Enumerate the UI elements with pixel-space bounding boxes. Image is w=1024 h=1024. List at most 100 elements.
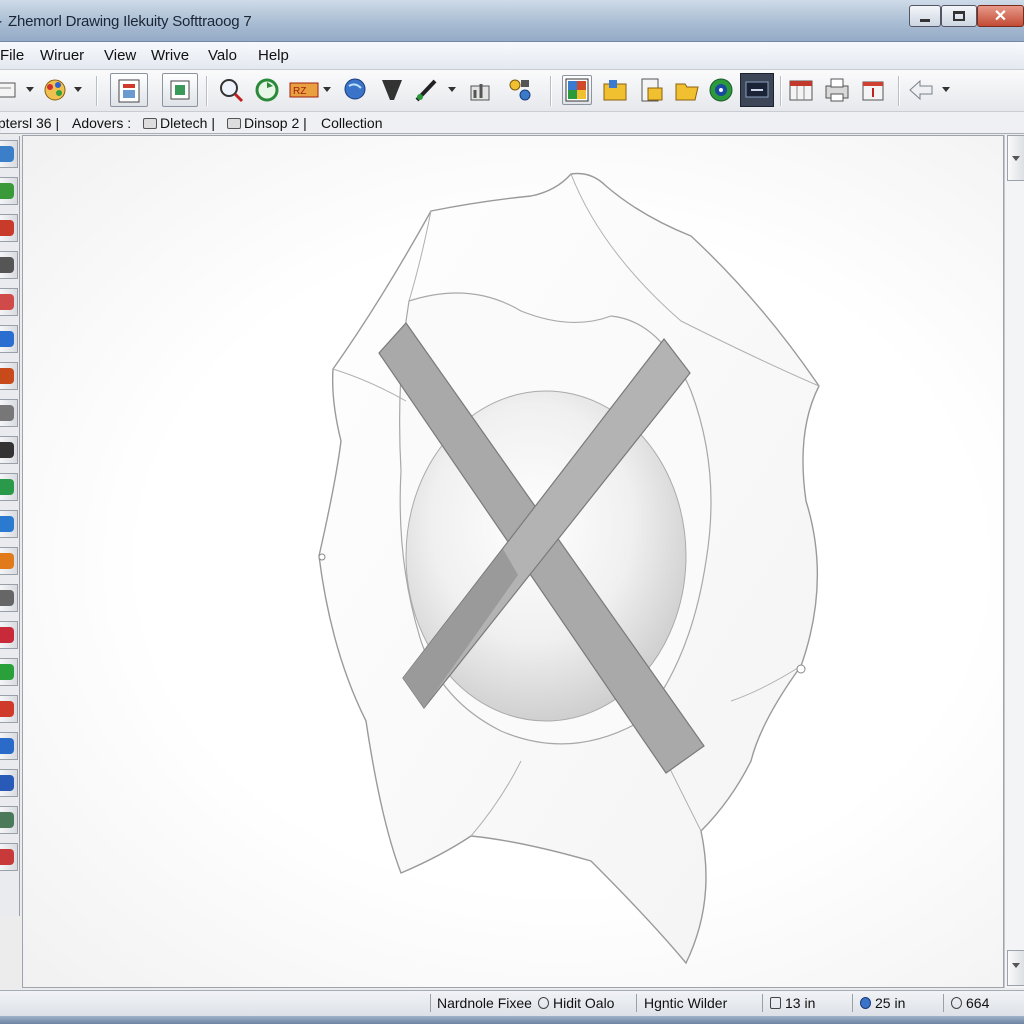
palette-tool-button[interactable] <box>0 695 18 723</box>
monitor-icon <box>745 81 769 98</box>
clipboard-button[interactable] <box>110 73 148 107</box>
palette-tool-button[interactable] <box>0 214 18 242</box>
status-field-5: 25 in <box>860 995 905 1011</box>
printer-button[interactable] <box>822 75 852 105</box>
tab-dletech[interactable]: Dletech | <box>143 115 215 131</box>
app-icon: ▸ <box>0 14 6 28</box>
pen-button[interactable] <box>412 75 442 105</box>
menu-wiruer[interactable]: Wiruer <box>40 47 84 64</box>
title-bar[interactable]: ▸ Zhemorl Drawing Ilekuity Softtraoog 7 … <box>0 0 1024 42</box>
drawing-canvas[interactable] <box>22 135 1004 988</box>
status-field-3: Hgntic Wilder <box>644 995 728 1011</box>
close-button[interactable]: ✕ <box>977 5 1024 27</box>
zoom-button[interactable] <box>216 75 246 105</box>
palette-icon <box>44 79 66 101</box>
monitor-button[interactable] <box>740 73 774 107</box>
network-icon <box>509 79 531 101</box>
globe-button[interactable] <box>340 75 370 105</box>
palette-tool-button[interactable] <box>0 473 18 501</box>
tool-circle-icon <box>0 331 14 347</box>
anchor-point[interactable] <box>318 553 326 561</box>
palette-tool-button[interactable] <box>0 251 18 279</box>
toolbar-separator <box>550 76 552 106</box>
maximize-button[interactable] <box>941 5 977 27</box>
palette-tool-button[interactable] <box>0 177 18 205</box>
clipboard-icon <box>118 79 140 103</box>
tab-dinsop[interactable]: Dinsop 2 | <box>227 115 307 131</box>
flag-button[interactable] <box>858 75 888 105</box>
palette-tool-button[interactable] <box>0 621 18 649</box>
tool-globe-icon <box>0 146 14 162</box>
toolbar-separator <box>780 76 782 106</box>
stamp-dropdown-arrow[interactable] <box>323 87 331 92</box>
tab-collection[interactable]: Collection <box>321 115 382 131</box>
back-dropdown-arrow[interactable] <box>942 87 950 92</box>
palette-tool-button[interactable] <box>0 658 18 686</box>
tool-bus-icon <box>0 775 14 791</box>
tool-check-icon <box>0 664 14 680</box>
tool-marker-icon <box>0 627 14 643</box>
palette-tool-button[interactable] <box>0 843 18 871</box>
tab-document-icon <box>227 118 241 129</box>
flag-icon <box>862 81 884 101</box>
brush-button[interactable] <box>377 75 407 105</box>
folder-open-button[interactable] <box>672 75 702 105</box>
back-button[interactable] <box>906 75 936 105</box>
window-bottom-border <box>0 1016 1024 1024</box>
pen-dropdown-arrow[interactable] <box>448 87 456 92</box>
minimize-button[interactable] <box>909 5 941 27</box>
network-button[interactable] <box>505 75 535 105</box>
select-button[interactable] <box>162 73 198 107</box>
menu-help[interactable]: Help <box>258 47 289 64</box>
menu-file[interactable]: File <box>0 47 24 64</box>
vertical-scrollbar[interactable] <box>1004 135 1024 988</box>
calendar-button[interactable] <box>786 75 816 105</box>
new-dropdown-arrow[interactable] <box>26 87 34 92</box>
palette-tool-button[interactable] <box>0 584 18 612</box>
stamp-button[interactable]: RZ <box>288 75 320 105</box>
refresh-button[interactable] <box>252 75 282 105</box>
folder-icon <box>603 80 627 101</box>
palette-tool-button[interactable] <box>0 288 18 316</box>
tool-leaf-icon <box>0 183 14 199</box>
tab-label: Dinsop 2 <box>244 115 300 131</box>
palette-tool-button[interactable] <box>0 732 18 760</box>
menu-wrive[interactable]: Wrive <box>151 47 189 64</box>
calendar-icon <box>789 80 813 101</box>
palette-tool-button[interactable] <box>0 140 18 168</box>
folder-open-icon <box>675 83 699 101</box>
scroll-up-button[interactable] <box>1007 135 1024 181</box>
new-document-button[interactable] <box>0 75 22 105</box>
menu-valo[interactable]: Valo <box>208 47 237 64</box>
file-lock-button[interactable] <box>637 75 667 105</box>
palette-tool-button[interactable] <box>0 325 18 353</box>
palette-tool-button[interactable] <box>0 510 18 538</box>
palette-button[interactable] <box>40 75 70 105</box>
tab-adovers[interactable]: Adovers : <box>72 115 131 131</box>
palette-tool-button[interactable] <box>0 436 18 464</box>
palette-tool-button[interactable] <box>0 362 18 390</box>
menu-view[interactable]: View <box>104 47 136 64</box>
anchor-point[interactable] <box>796 664 806 674</box>
tool-brush-icon <box>0 849 14 865</box>
color-wheel-button[interactable] <box>706 75 736 105</box>
palette-tool-button[interactable] <box>0 769 18 797</box>
toolbar: RZ <box>0 70 1024 112</box>
tool-ruler-icon <box>0 220 14 236</box>
globe-icon <box>344 78 366 100</box>
tab-iptersl[interactable]: Iptersl 36 | <box>0 115 59 131</box>
drawing-svg <box>318 172 820 965</box>
folder-button[interactable] <box>600 75 630 105</box>
back-arrow-icon <box>909 79 933 101</box>
tool-photo-icon <box>0 257 14 273</box>
palette-tool-button[interactable] <box>0 806 18 834</box>
palette-tool-button[interactable] <box>0 547 18 575</box>
tool-settings-icon <box>0 405 14 421</box>
tool-target-icon <box>0 553 14 569</box>
layout-button[interactable] <box>562 75 592 105</box>
palette-dropdown-arrow[interactable] <box>74 87 82 92</box>
status-field-2-text: Hidit Oalo <box>553 995 615 1011</box>
chart-button[interactable] <box>466 75 496 105</box>
palette-tool-button[interactable] <box>0 399 18 427</box>
scroll-down-button[interactable] <box>1007 950 1024 986</box>
